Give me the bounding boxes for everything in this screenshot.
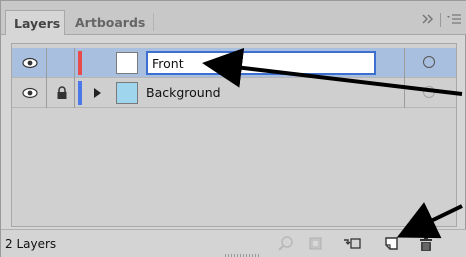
layer-color-swatch xyxy=(78,51,82,75)
layer-row-background[interactable]: Background xyxy=(12,78,456,108)
target-circle-icon[interactable] xyxy=(423,86,435,98)
column-divider xyxy=(74,78,75,108)
panel-tab-bar: Layers Artboards xyxy=(1,1,466,35)
layers-panel: Layers Artboards Front Background 2 Laye… xyxy=(0,0,466,257)
locate-object-icon[interactable] xyxy=(277,235,295,253)
panel-footer: 2 Layers xyxy=(1,229,466,257)
controls-divider xyxy=(440,13,441,27)
lock-icon[interactable] xyxy=(56,86,68,100)
layer-count: 2 Layers xyxy=(5,237,57,251)
column-divider xyxy=(46,48,47,78)
double-chevron-right-icon[interactable] xyxy=(422,13,434,27)
make-clipping-mask-icon[interactable] xyxy=(307,235,325,253)
panel-menu-icon[interactable] xyxy=(447,13,461,27)
tab-artboards[interactable]: Artboards xyxy=(67,10,147,35)
column-divider xyxy=(46,78,47,108)
layer-name-label: Background xyxy=(146,85,221,100)
column-divider xyxy=(404,48,405,78)
layer-thumbnail xyxy=(116,52,138,74)
create-sublayer-icon[interactable] xyxy=(343,235,361,253)
layer-name-input[interactable] xyxy=(146,51,376,75)
target-circle-icon[interactable] xyxy=(423,56,435,68)
layers-list: Background xyxy=(11,43,457,227)
delete-icon[interactable] xyxy=(417,235,435,253)
layer-thumbnail xyxy=(116,82,138,104)
column-divider xyxy=(74,48,75,78)
column-divider xyxy=(404,78,405,108)
tab-layers[interactable]: Layers xyxy=(5,10,65,35)
visibility-eye-icon[interactable] xyxy=(22,87,38,99)
expand-triangle-icon[interactable] xyxy=(94,88,101,98)
layer-color-swatch xyxy=(78,81,82,105)
panel-controls xyxy=(422,13,461,27)
layer-row-front[interactable] xyxy=(12,48,456,78)
visibility-eye-icon[interactable] xyxy=(22,57,38,69)
create-new-layer-icon[interactable] xyxy=(383,235,401,253)
tab-divider xyxy=(153,13,154,31)
